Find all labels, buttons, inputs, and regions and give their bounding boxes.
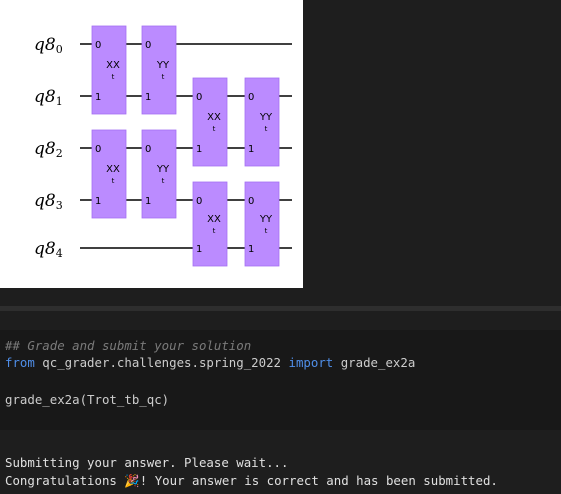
party-popper-icon: 🎉	[124, 473, 140, 488]
keyword-from: from	[5, 355, 35, 370]
gate-name-label: XX	[207, 214, 221, 225]
gate-yy-7: 0 1 YY t	[244, 181, 280, 267]
code-call-line: grade_ex2a(Trot_tb_qc)	[5, 392, 170, 407]
cell-divider	[0, 306, 561, 311]
qubit-label-4: q84	[34, 239, 63, 260]
cell-stdout: Submitting your answer. Please wait... C…	[0, 430, 561, 494]
gate-param-label: t	[265, 125, 268, 133]
qubit-index-2: 2	[56, 147, 63, 160]
gate-port-0: 0	[248, 92, 254, 103]
code-cell[interactable]: ## Grade and submit your solution from q…	[0, 330, 561, 430]
gate-port-1: 1	[95, 92, 101, 103]
gate-port-1: 1	[248, 144, 254, 155]
keyword-import: import	[288, 355, 334, 370]
qubit-index-4: 4	[56, 247, 63, 260]
gate-xx-0: 0 1 XX t	[91, 25, 127, 115]
gate-port-0: 0	[248, 196, 254, 207]
gate-param-label: t	[112, 73, 115, 81]
gate-name-label: XX	[106, 60, 120, 71]
qubit-label-2: q82	[34, 139, 63, 160]
gate-param-label: t	[265, 227, 268, 235]
gate-port-0: 0	[95, 40, 101, 51]
gate-yy-1: 0 1 YY t	[141, 25, 177, 115]
gate-xx-6: 0 1 XX t	[192, 181, 228, 267]
imported-name: grade_ex2a	[333, 355, 416, 370]
gate-xx-2: 0 1 XX t	[91, 129, 127, 219]
gate-port-1: 1	[248, 244, 254, 255]
import-module: qc_grader.challenges.spring_2022	[34, 355, 289, 370]
qubit-index-0: 0	[56, 43, 63, 56]
gate-yy-3: 0 1 YY t	[141, 129, 177, 219]
gate-param-label: t	[162, 177, 165, 185]
gate-port-0: 0	[95, 144, 101, 155]
gate-name-label: XX	[207, 112, 221, 123]
gate-param-label: t	[162, 73, 165, 81]
qubit-index-3: 3	[56, 199, 63, 212]
qubit-label-3: q83	[34, 191, 63, 212]
output-congrats-suffix: ! Your answer is correct and has been su…	[139, 473, 498, 488]
gate-name-label: YY	[259, 214, 273, 225]
gate-yy-5: 0 1 YY t	[244, 77, 280, 167]
gate-xx-4: 0 1 XX t	[192, 77, 228, 167]
cell-output-area: q80 q81 q82 q83 q84 0 1 XX t 0 1 YY t 0 1 XX t 0 1 YY t 0 1 XX t…	[0, 0, 561, 308]
qubit-index-1: 1	[56, 95, 63, 108]
circuit-canvas: q80 q81 q82 q83 q84 0 1 XX t 0 1 YY t 0 1 XX t 0 1 YY t 0 1 XX t…	[34, 25, 292, 267]
gate-port-1: 1	[145, 196, 151, 207]
gate-port-0: 0	[196, 92, 202, 103]
gate-name-label: YY	[156, 60, 170, 71]
qubit-label-0: q80	[34, 35, 63, 56]
gate-port-0: 0	[196, 196, 202, 207]
output-submitting-line: Submitting your answer. Please wait...	[5, 455, 289, 470]
gate-port-1: 1	[196, 244, 202, 255]
gate-param-label: t	[213, 125, 216, 133]
output-congratulations-line: Congratulations 🎉! Your answer is correc…	[5, 473, 498, 489]
output-congrats-prefix: Congratulations	[5, 473, 125, 488]
gate-port-1: 1	[95, 196, 101, 207]
gate-name-label: YY	[156, 164, 170, 175]
gate-port-0: 0	[145, 40, 151, 51]
qubit-label-1: q81	[34, 87, 63, 108]
gate-port-0: 0	[145, 144, 151, 155]
code-comment: ## Grade and submit your solution	[5, 338, 252, 353]
gate-port-1: 1	[196, 144, 202, 155]
gate-name-label: XX	[106, 164, 120, 175]
gate-param-label: t	[112, 177, 115, 185]
code-import-line: from qc_grader.challenges.spring_2022 im…	[5, 355, 415, 370]
gate-param-label: t	[213, 227, 216, 235]
circuit-diagram: q80 q81 q82 q83 q84 0 1 XX t 0 1 YY t 0 1 XX t 0 1 YY t 0 1 XX t…	[0, 0, 303, 288]
gate-port-1: 1	[145, 92, 151, 103]
gate-name-label: YY	[259, 112, 273, 123]
